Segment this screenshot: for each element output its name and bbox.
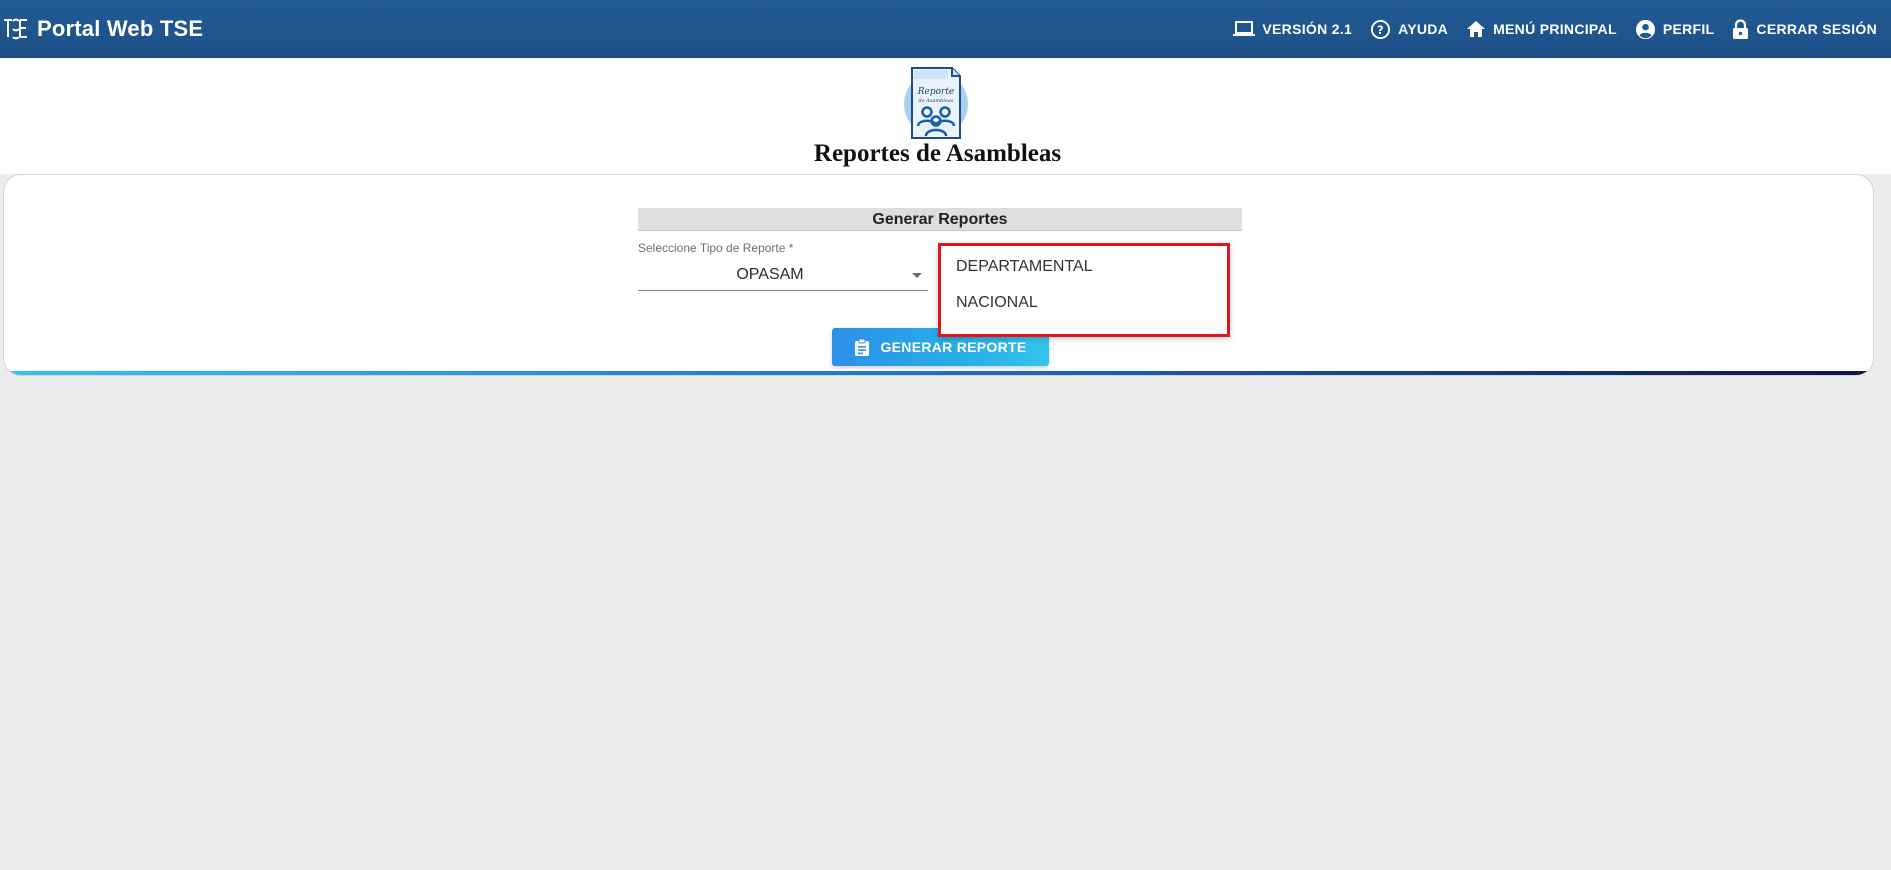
- page-title: Reportes de Asambleas: [813, 140, 1062, 167]
- laptop-icon: [1233, 21, 1256, 36]
- top-navigation: VERSIÓN 2.1 ? AYUDA MENÚ PRINCIPAL PERFI…: [1215, 0, 1877, 58]
- nav-profile[interactable]: PERFIL: [1635, 19, 1715, 40]
- scope-dropdown-menu: DEPARTAMENTAL NACIONAL: [938, 243, 1230, 337]
- report-assemblies-icon: Reporte de Asambleas: [904, 67, 968, 139]
- report-type-select[interactable]: OPASAM: [638, 259, 928, 291]
- help-circle-icon: ?: [1371, 19, 1391, 39]
- dropdown-option-departamental[interactable]: DEPARTAMENTAL: [941, 256, 1227, 292]
- nav-help-label: AYUDA: [1398, 21, 1449, 37]
- top-app-bar: Portal Web TSE VERSIÓN 2.1 ? AYUDA MENÚ …: [0, 0, 1891, 58]
- report-type-label: Seleccione Tipo de Reporte *: [638, 241, 794, 255]
- nav-main-menu-label: MENÚ PRINCIPAL: [1493, 21, 1617, 37]
- nav-logout[interactable]: CERRAR SESIÓN: [1732, 18, 1877, 40]
- section-title: Generar Reportes: [638, 208, 1242, 231]
- report-type-value: OPASAM: [736, 266, 804, 283]
- chevron-down-icon: [912, 273, 922, 278]
- account-circle-icon: [1635, 19, 1655, 39]
- clipboard-icon: [855, 338, 870, 356]
- generate-report-label: GENERAR REPORTE: [880, 339, 1027, 355]
- nav-version[interactable]: VERSIÓN 2.1: [1233, 20, 1352, 38]
- lock-icon: [1733, 18, 1749, 39]
- nav-help[interactable]: ? AYUDA: [1370, 19, 1448, 40]
- dropdown-option-nacional[interactable]: NACIONAL: [941, 292, 1227, 328]
- home-icon: [1467, 21, 1486, 37]
- tse-logo-icon: [4, 18, 27, 40]
- card-accent-line: [4, 371, 1873, 375]
- svg-text:?: ?: [1377, 22, 1384, 36]
- app-title: Portal Web TSE: [37, 16, 204, 41]
- page-header: Reporte de Asambleas Reportes de Asamble…: [0, 58, 1891, 174]
- nav-version-label: VERSIÓN 2.1: [1262, 21, 1353, 37]
- brand[interactable]: Portal Web TSE: [0, 0, 203, 58]
- nav-logout-label: CERRAR SESIÓN: [1756, 21, 1877, 37]
- icon-text-line2: de Asambleas: [919, 98, 954, 104]
- nav-profile-label: PERFIL: [1662, 21, 1715, 37]
- icon-text-line1: Reporte: [917, 87, 955, 97]
- nav-main-menu[interactable]: MENÚ PRINCIPAL: [1466, 20, 1617, 38]
- report-type-field: Seleccione Tipo de Reporte * OPASAM: [638, 241, 928, 291]
